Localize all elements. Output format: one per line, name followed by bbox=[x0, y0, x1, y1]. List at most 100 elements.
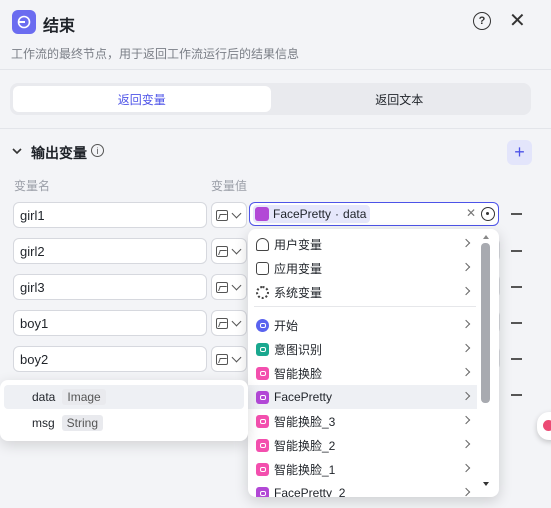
chevron-right-icon bbox=[461, 487, 471, 497]
reference-tag: FacePretty · data bbox=[253, 205, 371, 223]
gear-icon bbox=[256, 285, 269, 299]
chevron-down-icon bbox=[231, 244, 242, 254]
output-item-data[interactable]: data Image bbox=[4, 385, 244, 409]
face-pretty-node-icon bbox=[256, 390, 269, 404]
variable-picker-dropdown: 用户变量 应用变量 系统变量 开始 意图识别 智能换脸 FacePretty 智… bbox=[248, 229, 499, 497]
remove-variable-button[interactable] bbox=[511, 322, 522, 324]
dropdown-divider bbox=[254, 306, 476, 307]
help-icon[interactable]: ? bbox=[473, 12, 491, 30]
dropdown-item-label: 智能换脸_3 bbox=[274, 414, 336, 429]
image-icon bbox=[216, 353, 228, 365]
output-type-badge: String bbox=[61, 415, 104, 431]
reference-field: data bbox=[343, 207, 367, 221]
output-type-badge: Image bbox=[62, 389, 106, 405]
tab-return-text[interactable]: 返回文本 bbox=[271, 86, 529, 112]
column-header-name: 变量名 bbox=[14, 179, 51, 193]
info-icon[interactable]: i bbox=[91, 144, 104, 157]
dropdown-item-face-swap-3[interactable]: 智能换脸_3 bbox=[248, 409, 477, 433]
variable-name-input[interactable]: girl3 bbox=[13, 274, 207, 300]
variable-reference-field[interactable]: FacePretty · data ✕ bbox=[249, 202, 499, 226]
dropdown-item-label: 智能换脸 bbox=[274, 366, 323, 381]
add-variable-button[interactable]: + bbox=[507, 140, 532, 165]
dropdown-item-label: 智能换脸_1 bbox=[274, 462, 336, 477]
face-swap-node-icon bbox=[256, 414, 269, 428]
chevron-down-icon bbox=[231, 352, 242, 362]
face-pretty-node-icon bbox=[256, 486, 269, 497]
dropdown-item-face-swap[interactable]: 智能换脸 bbox=[248, 361, 477, 385]
face-swap-node-icon bbox=[256, 462, 269, 476]
dropdown-item-label: FacePretty_2 bbox=[274, 486, 346, 497]
output-name: data bbox=[32, 390, 56, 404]
value-type-select[interactable] bbox=[211, 346, 247, 372]
dropdown-item-face-swap-1[interactable]: 智能换脸_1 bbox=[248, 457, 477, 481]
dropdown-item-label: 应用变量 bbox=[274, 261, 323, 276]
remove-variable-button[interactable] bbox=[511, 213, 522, 215]
variable-name-input[interactable]: boy2 bbox=[13, 346, 207, 372]
scroll-up-icon[interactable] bbox=[483, 235, 489, 239]
reference-separator: · bbox=[335, 207, 340, 221]
dropdown-item-face-swap-2[interactable]: 智能换脸_2 bbox=[248, 433, 477, 457]
clear-icon[interactable]: ✕ bbox=[466, 206, 476, 220]
chevron-right-icon bbox=[461, 463, 471, 473]
dropdown-item-label: FacePretty bbox=[274, 390, 333, 404]
chevron-down-icon bbox=[231, 280, 242, 290]
remove-variable-button[interactable] bbox=[511, 358, 522, 360]
user-icon bbox=[256, 237, 269, 251]
face-swap-node-icon bbox=[256, 438, 269, 452]
remove-variable-button[interactable] bbox=[511, 250, 522, 252]
intent-node-icon bbox=[256, 342, 269, 356]
remove-variable-button[interactable] bbox=[511, 286, 522, 288]
variable-name-input[interactable]: boy1 bbox=[13, 310, 207, 336]
close-icon[interactable]: ✕ bbox=[509, 9, 526, 33]
chevron-right-icon bbox=[461, 238, 471, 248]
folder-icon bbox=[256, 261, 269, 275]
face-swap-node-icon bbox=[256, 366, 269, 380]
chevron-right-icon bbox=[461, 415, 471, 425]
dropdown-item-face-pretty-2[interactable]: FacePretty_2 bbox=[248, 481, 477, 497]
dropdown-item-intent[interactable]: 意图识别 bbox=[248, 337, 477, 361]
output-name: msg bbox=[32, 416, 55, 430]
dropdown-item-label: 智能换脸_2 bbox=[274, 438, 336, 453]
value-type-select[interactable] bbox=[211, 202, 247, 228]
face-pretty-node-icon bbox=[255, 207, 269, 221]
dropdown-item-app-variables[interactable]: 应用变量 bbox=[248, 256, 477, 280]
image-icon bbox=[216, 245, 228, 257]
value-type-select[interactable] bbox=[211, 238, 247, 264]
image-icon bbox=[216, 281, 228, 293]
variable-name-input[interactable]: girl1 bbox=[13, 202, 207, 228]
output-item-msg[interactable]: msg String bbox=[4, 411, 244, 435]
section-title: 输出变量 bbox=[31, 145, 87, 161]
chevron-down-icon bbox=[231, 208, 242, 218]
column-header-value: 变量值 bbox=[211, 179, 248, 193]
remove-variable-button[interactable] bbox=[511, 394, 522, 396]
target-icon[interactable] bbox=[481, 207, 495, 221]
tab-return-variables[interactable]: 返回变量 bbox=[13, 86, 271, 112]
value-type-select[interactable] bbox=[211, 274, 247, 300]
dropdown-item-face-pretty[interactable]: FacePretty bbox=[248, 385, 477, 409]
dropdown-item-system-variables[interactable]: 系统变量 bbox=[248, 280, 477, 304]
chevron-down-icon bbox=[231, 316, 242, 326]
chevron-down-icon[interactable] bbox=[11, 145, 23, 157]
variable-name-input[interactable]: girl2 bbox=[13, 238, 207, 264]
reference-source: FacePretty bbox=[273, 207, 332, 221]
end-node-panel: 结束 ? ✕ 工作流的最终节点，用于返回工作流运行后的结果信息 返回变量 返回文… bbox=[0, 0, 551, 508]
image-icon bbox=[216, 209, 228, 221]
dropdown-scrollbar[interactable] bbox=[480, 233, 492, 493]
return-mode-tabs: 返回变量 返回文本 bbox=[10, 83, 531, 115]
chevron-right-icon bbox=[461, 367, 471, 377]
chevron-right-icon bbox=[461, 262, 471, 272]
floating-assistant-icon[interactable] bbox=[537, 412, 551, 440]
dropdown-item-label: 意图识别 bbox=[274, 342, 323, 357]
dropdown-item-user-variables[interactable]: 用户变量 bbox=[248, 232, 477, 256]
chevron-right-icon bbox=[461, 343, 471, 353]
value-type-select[interactable] bbox=[211, 310, 247, 336]
scroll-thumb[interactable] bbox=[481, 243, 490, 403]
chevron-right-icon bbox=[461, 439, 471, 449]
dropdown-item-start[interactable]: 开始 bbox=[248, 313, 477, 337]
dropdown-item-label: 用户变量 bbox=[274, 237, 323, 252]
chevron-right-icon bbox=[461, 319, 471, 329]
dropdown-item-label: 开始 bbox=[274, 318, 299, 333]
dropdown-item-label: 系统变量 bbox=[274, 285, 323, 300]
scroll-down-icon[interactable] bbox=[483, 482, 489, 486]
panel-description: 工作流的最终节点，用于返回工作流运行后的结果信息 bbox=[11, 47, 300, 61]
